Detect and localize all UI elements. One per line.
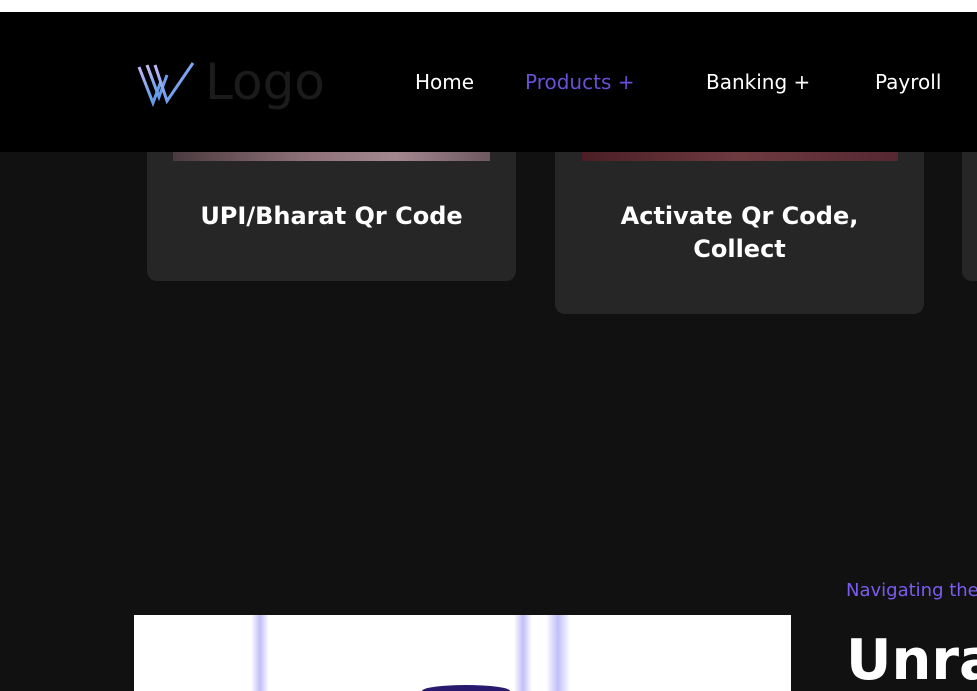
card-title: Activate Qr Code, Collect <box>620 202 859 263</box>
light-beam <box>546 615 570 691</box>
light-beam <box>514 615 532 691</box>
light-beam <box>251 615 269 691</box>
logo-text: Logo <box>205 53 325 111</box>
product-card-upi[interactable]: UPI/Bharat Qr Code <box>147 130 516 281</box>
product-card-partial[interactable] <box>962 130 977 281</box>
feature-image <box>134 615 791 691</box>
device-edge <box>422 685 510 691</box>
nav-payroll[interactable]: Payroll <box>875 69 941 95</box>
logo[interactable]: Logo <box>137 56 325 112</box>
section-heading: Unra <box>846 628 977 691</box>
card-title: UPI/Bharat Qr Code <box>200 202 463 230</box>
w-logo-icon <box>137 62 195 107</box>
site-header: Logo Home Products + Banking + Payroll <box>0 12 977 152</box>
nav-home[interactable]: Home <box>415 69 474 95</box>
product-card-activate-qr[interactable]: Activate Qr Code, Collect <box>555 130 924 314</box>
nav-products[interactable]: Products + <box>525 69 634 95</box>
section-subheading: Navigating the <box>846 580 977 601</box>
nav-banking[interactable]: Banking + <box>706 69 810 95</box>
top-strip <box>0 0 977 12</box>
